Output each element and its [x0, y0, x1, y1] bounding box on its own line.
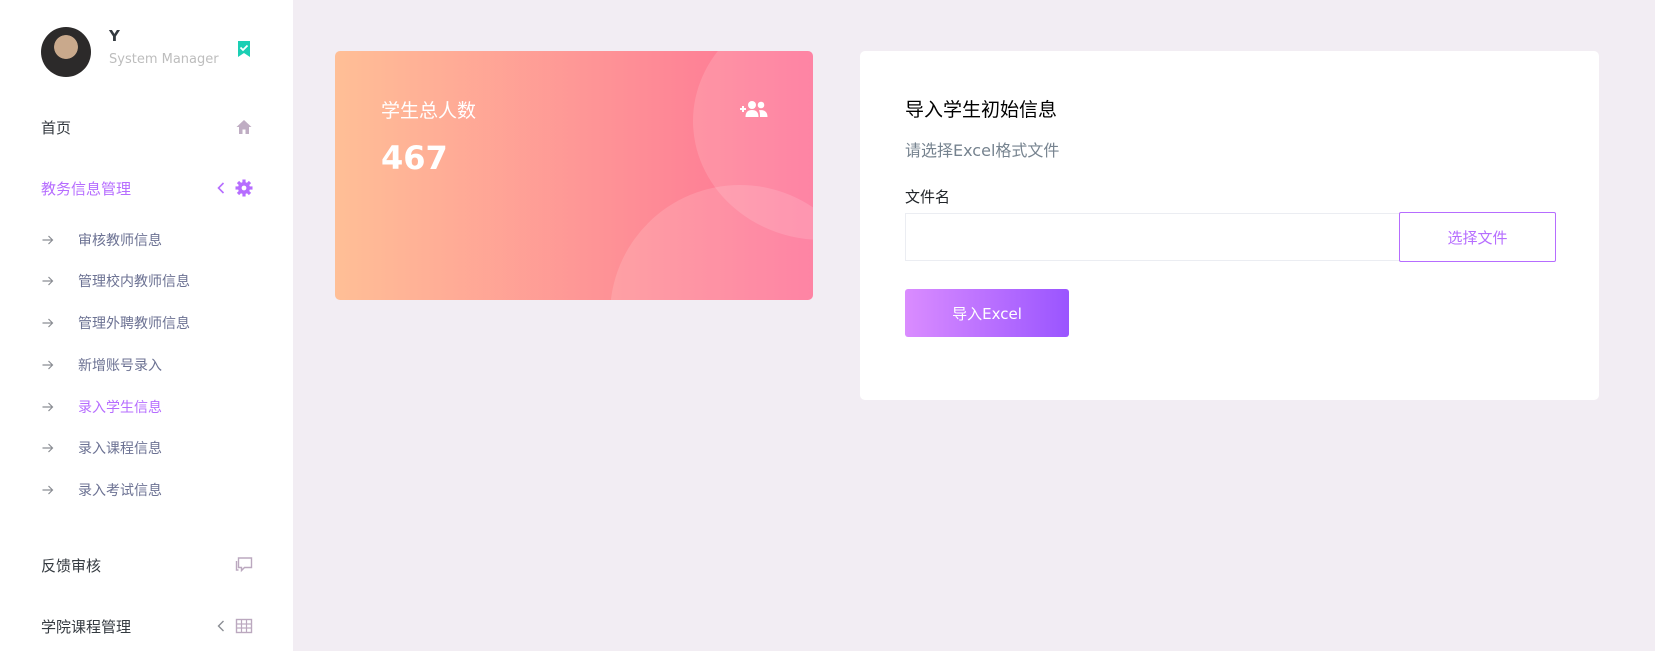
subitem-label: 新增账号录入 — [78, 358, 162, 374]
avatar[interactable] — [41, 27, 91, 77]
import-card: 导入学生初始信息 请选择Excel格式文件 文件名 选择文件 导入Excel — [860, 51, 1599, 400]
comment-icon — [235, 557, 253, 573]
chevron-left-icon — [217, 620, 224, 632]
arrow-right-icon — [42, 276, 54, 286]
subitem-enter-students[interactable]: 录入学生信息 — [42, 397, 162, 417]
grid-icon — [235, 618, 253, 634]
bookmark-check-icon — [238, 41, 250, 57]
arrow-right-icon — [42, 485, 54, 495]
subitem-enter-courses[interactable]: 录入课程信息 — [42, 438, 162, 458]
arrow-right-icon — [42, 235, 54, 245]
arrow-right-icon — [42, 443, 54, 453]
subitem-label: 录入学生信息 — [78, 400, 162, 416]
home-icon — [236, 120, 252, 134]
subitem-label: 管理校内教师信息 — [78, 274, 190, 290]
sidebar: Y System Manager 首页 教务信息管理 审核教师信息 管理校内教师… — [0, 0, 293, 651]
file-name-input[interactable] — [905, 213, 1400, 261]
sidebar-item-label: 教务信息管理 — [41, 179, 132, 198]
subitem-enter-exams[interactable]: 录入考试信息 — [42, 480, 162, 500]
subitem-new-account[interactable]: 新增账号录入 — [42, 355, 162, 375]
import-title: 导入学生初始信息 — [905, 99, 1058, 121]
stat-value: 467 — [381, 139, 448, 177]
sidebar-item-academic[interactable]: 教务信息管理 — [41, 176, 253, 200]
subitem-manage-internal-teachers[interactable]: 管理校内教师信息 — [42, 271, 190, 291]
subitem-label: 录入考试信息 — [78, 483, 162, 499]
sidebar-item-feedback[interactable]: 反馈审核 — [41, 553, 253, 577]
subitem-manage-external-teachers[interactable]: 管理外聘教师信息 — [42, 313, 190, 333]
sidebar-item-label: 学院课程管理 — [41, 617, 132, 636]
stat-title: 学生总人数 — [381, 100, 477, 122]
chevron-left-icon — [217, 182, 225, 194]
decorative-circle — [610, 185, 813, 300]
arrow-right-icon — [42, 402, 54, 412]
import-description: 请选择Excel格式文件 — [905, 141, 1060, 160]
sidebar-item-course-management[interactable]: 学院课程管理 — [41, 614, 253, 638]
arrow-right-icon — [42, 360, 54, 370]
sidebar-item-label: 首页 — [41, 118, 72, 137]
arrow-right-icon — [42, 318, 54, 328]
profile[interactable]: Y System Manager — [41, 27, 251, 77]
subitem-label: 审核教师信息 — [78, 233, 162, 249]
choose-file-button[interactable]: 选择文件 — [1399, 212, 1556, 262]
profile-role: System Manager — [109, 52, 219, 67]
student-count-card: 学生总人数 467 — [335, 51, 813, 300]
sidebar-item-home[interactable]: 首页 — [41, 115, 253, 139]
sidebar-item-label: 反馈审核 — [41, 556, 102, 575]
subitem-label: 管理外聘教师信息 — [78, 316, 190, 332]
add-users-icon — [740, 101, 768, 117]
profile-name: Y — [109, 27, 120, 45]
subitem-label: 录入课程信息 — [78, 441, 162, 457]
gear-icon — [235, 179, 253, 197]
file-label: 文件名 — [905, 188, 951, 206]
subitem-review-teachers[interactable]: 审核教师信息 — [42, 230, 162, 250]
import-excel-button[interactable]: 导入Excel — [905, 289, 1069, 337]
